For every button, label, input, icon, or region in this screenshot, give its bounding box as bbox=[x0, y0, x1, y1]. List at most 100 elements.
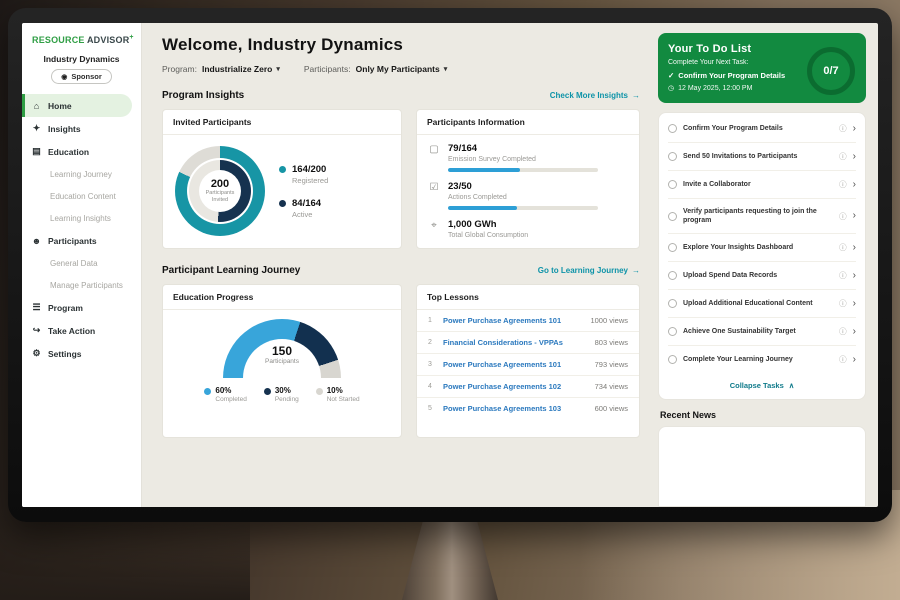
sidebar-item-take-action[interactable]: ↪ Take Action bbox=[22, 319, 141, 342]
sidebar-item-education-content[interactable]: Education Content bbox=[22, 185, 141, 207]
lesson-rank: 1 bbox=[428, 317, 435, 324]
task-row[interactable]: Upload Spend Data Records ⓘ › bbox=[668, 262, 856, 290]
sidebar-item-learning-insights[interactable]: Learning Insights bbox=[22, 207, 141, 229]
info-icon[interactable]: ⓘ bbox=[839, 179, 847, 190]
stat-label: Total Global Consumption bbox=[448, 232, 528, 239]
link-label: Go to Learning Journey bbox=[538, 266, 628, 275]
task-checkbox[interactable] bbox=[668, 271, 677, 280]
education-icon: ▤ bbox=[31, 146, 42, 157]
desk-shadow bbox=[0, 510, 250, 600]
task-row[interactable]: Send 50 Invitations to Participants ⓘ › bbox=[668, 143, 856, 171]
chevron-right-icon[interactable]: › bbox=[853, 299, 856, 309]
program-select[interactable]: Industrialize Zero ▾ bbox=[202, 64, 280, 74]
take-action-icon: ↪ bbox=[31, 325, 42, 336]
survey-icon: ▢ bbox=[428, 144, 440, 155]
task-checkbox[interactable] bbox=[668, 243, 677, 252]
info-icon[interactable]: ⓘ bbox=[839, 123, 847, 134]
journey-cards: Education Progress 150 Participants 60% bbox=[162, 284, 640, 438]
collapse-tasks-button[interactable]: Collapse Tasks ∧ bbox=[668, 373, 856, 397]
task-row[interactable]: Invite a Collaborator ⓘ › bbox=[668, 171, 856, 199]
lesson-title-link[interactable]: Power Purchase Agreements 102 bbox=[443, 382, 587, 391]
chevron-down-icon: ▾ bbox=[276, 65, 280, 73]
sidebar-item-settings[interactable]: ⚙ Settings bbox=[22, 342, 141, 365]
task-checkbox[interactable] bbox=[668, 152, 677, 161]
task-label: Invite a Collaborator bbox=[683, 180, 833, 189]
task-row[interactable]: Verify participants requesting to join t… bbox=[668, 199, 856, 234]
legend-label: Completed bbox=[215, 396, 246, 403]
participants-icon: ☻ bbox=[31, 236, 42, 246]
program-insights-header: Program Insights Check More Insights → bbox=[162, 90, 640, 101]
todo-subtitle: Complete Your Next Task: bbox=[668, 59, 816, 66]
chevron-right-icon[interactable]: › bbox=[853, 124, 856, 134]
info-icon[interactable]: ⓘ bbox=[839, 326, 847, 337]
info-icon[interactable]: ⓘ bbox=[839, 242, 847, 253]
sponsor-badge[interactable]: ◉ Sponsor bbox=[51, 69, 112, 84]
task-checkbox[interactable] bbox=[668, 180, 677, 189]
program-filter: Program: Industrialize Zero ▾ bbox=[162, 64, 280, 74]
chevron-right-icon[interactable]: › bbox=[853, 152, 856, 162]
task-label: Verify participants requesting to join t… bbox=[683, 207, 833, 225]
lesson-title-link[interactable]: Power Purchase Agreements 103 bbox=[443, 404, 587, 413]
todo-summary-left: Your To Do List Complete Your Next Task:… bbox=[668, 43, 816, 92]
task-checkbox[interactable] bbox=[668, 124, 677, 133]
go-to-learning-journey-link[interactable]: Go to Learning Journey → bbox=[538, 266, 640, 275]
task-row[interactable]: Explore Your Insights Dashboard ⓘ › bbox=[668, 234, 856, 262]
sidebar-item-manage-participants[interactable]: Manage Participants bbox=[22, 274, 141, 296]
chevron-right-icon[interactable]: › bbox=[853, 355, 856, 365]
lesson-title-link[interactable]: Financial Considerations - VPPAs bbox=[443, 338, 587, 347]
chevron-right-icon[interactable]: › bbox=[853, 243, 856, 253]
gear-icon: ⚙ bbox=[31, 348, 42, 359]
brand-resource: RESOURCE bbox=[32, 35, 85, 45]
info-icon[interactable]: ⓘ bbox=[839, 151, 847, 162]
lesson-rank: 3 bbox=[428, 361, 435, 368]
lesson-rank: 4 bbox=[428, 383, 435, 390]
todo-next-task: ✓ Confirm Your Program Details bbox=[668, 71, 816, 80]
sidebar-item-insights[interactable]: ✦ Insights bbox=[22, 117, 141, 140]
lesson-title-link[interactable]: Power Purchase Agreements 101 bbox=[443, 360, 587, 369]
lesson-views: 734 views bbox=[595, 382, 628, 391]
info-icon[interactable]: ⓘ bbox=[839, 354, 847, 365]
chevron-right-icon[interactable]: › bbox=[853, 327, 856, 337]
task-checkbox[interactable] bbox=[668, 327, 677, 336]
legend-item-registered: 164/200 Registered bbox=[279, 164, 328, 185]
brand-plus: + bbox=[129, 34, 133, 41]
sidebar-item-participants[interactable]: ☻ Participants bbox=[22, 229, 141, 252]
stat-label: Actions Completed bbox=[448, 194, 598, 201]
chevron-right-icon[interactable]: › bbox=[853, 211, 856, 221]
info-icon[interactable]: ⓘ bbox=[839, 211, 847, 222]
sidebar-item-program[interactable]: ☰ Program bbox=[22, 296, 141, 319]
lesson-rank: 2 bbox=[428, 339, 435, 346]
task-checkbox[interactable] bbox=[668, 212, 677, 221]
task-row[interactable]: Complete Your Learning Journey ⓘ › bbox=[668, 346, 856, 373]
insights-cards: Invited Participants 200 Participants In… bbox=[162, 109, 640, 249]
sidebar-item-general-data[interactable]: General Data bbox=[22, 252, 141, 274]
insights-icon: ✦ bbox=[31, 123, 42, 134]
donut-center: 200 Participants Invited bbox=[199, 170, 241, 212]
chevron-right-icon[interactable]: › bbox=[853, 271, 856, 281]
task-checkbox[interactable] bbox=[668, 355, 677, 364]
invited-participants-card: Invited Participants 200 Participants In… bbox=[162, 109, 402, 249]
task-row[interactable]: Upload Additional Educational Content ⓘ … bbox=[668, 290, 856, 318]
chevron-right-icon[interactable]: › bbox=[853, 180, 856, 190]
stat-actions-completed: ☑ 23/50 Actions Completed bbox=[428, 181, 628, 210]
lesson-views: 1000 views bbox=[590, 316, 628, 325]
info-icon[interactable]: ⓘ bbox=[839, 270, 847, 281]
actions-icon: ☑ bbox=[428, 182, 440, 193]
lesson-row: 3 Power Purchase Agreements 101 793 view… bbox=[417, 354, 639, 376]
sidebar-item-home[interactable]: ⌂ Home bbox=[22, 94, 132, 117]
card-title: Top Lessons bbox=[417, 285, 639, 310]
card-title: Participants Information bbox=[417, 110, 639, 135]
check-more-insights-link[interactable]: Check More Insights → bbox=[550, 91, 640, 100]
donut-ring-gap: 200 Participants Invited bbox=[187, 158, 253, 224]
lesson-views: 793 views bbox=[595, 360, 628, 369]
participants-select[interactable]: Only My Participants ▾ bbox=[356, 64, 448, 74]
recent-news-card bbox=[658, 426, 866, 507]
task-row[interactable]: Confirm Your Program Details ⓘ › bbox=[668, 115, 856, 143]
sidebar-item-education[interactable]: ▤ Education bbox=[22, 140, 141, 163]
task-row[interactable]: Achieve One Sustainability Target ⓘ › bbox=[668, 318, 856, 346]
lesson-title-link[interactable]: Power Purchase Agreements 101 bbox=[443, 316, 582, 325]
info-icon[interactable]: ⓘ bbox=[839, 298, 847, 309]
sidebar-item-learning-journey[interactable]: Learning Journey bbox=[22, 163, 141, 185]
task-checkbox[interactable] bbox=[668, 299, 677, 308]
legend-dot-teal bbox=[279, 166, 286, 173]
